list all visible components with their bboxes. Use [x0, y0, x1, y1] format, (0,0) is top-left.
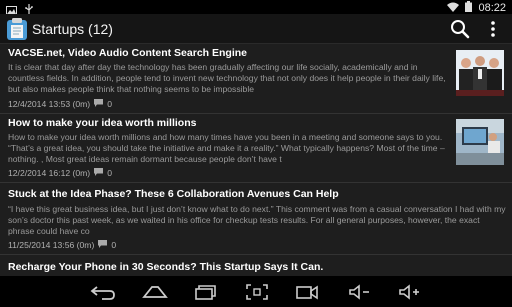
comment-icon	[94, 168, 104, 178]
article-excerpt: It is clear that day after day the techn…	[8, 62, 446, 94]
office-thumbnail	[456, 119, 504, 165]
list-item[interactable]: How to make your idea worth millions How…	[0, 114, 512, 183]
article-title: Stuck at the Idea Phase? These 6 Collabo…	[8, 188, 339, 200]
overflow-menu-icon[interactable]	[485, 19, 501, 39]
article-excerpt: “I have this great business idea, but I …	[8, 204, 506, 236]
article-title: How to make your idea worth millions	[8, 117, 197, 129]
article-list: VACSE.net, Video Audio Content Search En…	[0, 44, 512, 276]
comment-count: 0	[107, 168, 112, 178]
app-logo-icon[interactable]	[6, 17, 28, 41]
action-bar: Startups (12)	[0, 14, 512, 44]
volume-down-icon[interactable]	[344, 281, 374, 303]
screenshot-icon[interactable]	[242, 281, 272, 303]
group-photo-thumbnail	[456, 50, 504, 96]
list-item[interactable]: Recharge Your Phone in 30 Seconds? This …	[0, 255, 512, 276]
comment-count: 0	[107, 99, 112, 109]
article-date: 12/2/2014 16:12 (0m)	[8, 168, 91, 178]
article-title: Recharge Your Phone in 30 Seconds? This …	[8, 261, 324, 273]
comment-icon	[94, 99, 104, 109]
camera-icon[interactable]	[292, 281, 322, 303]
navigation-bar	[0, 276, 512, 307]
volume-up-icon[interactable]	[394, 281, 424, 303]
article-meta: 12/4/2014 13:53 (0m) 0	[8, 99, 112, 109]
clock-text: 08:22	[478, 2, 506, 14]
comment-count: 0	[111, 240, 117, 250]
recents-icon[interactable]	[190, 281, 220, 303]
battery-icon	[465, 1, 473, 15]
status-bar: 08:22	[0, 0, 512, 15]
list-item[interactable]: VACSE.net, Video Audio Content Search En…	[0, 44, 512, 114]
comment-icon	[98, 240, 108, 250]
article-date: 11/25/2014 13:56 (0m)	[8, 240, 95, 250]
wifi-icon	[447, 2, 460, 15]
article-date: 12/4/2014 13:53 (0m)	[8, 99, 91, 109]
article-meta: 12/2/2014 16:12 (0m) 0	[8, 168, 112, 178]
article-title: VACSE.net, Video Audio Content Search En…	[8, 47, 247, 59]
home-icon[interactable]	[140, 281, 170, 303]
article-meta: 11/25/2014 13:56 (0m) 0	[8, 240, 116, 250]
back-icon[interactable]	[88, 281, 118, 303]
page-title: Startups (12)	[32, 21, 113, 37]
article-excerpt: How to make your idea worth millions and…	[8, 132, 445, 164]
list-item[interactable]: Stuck at the Idea Phase? These 6 Collabo…	[0, 183, 512, 255]
search-icon[interactable]	[449, 18, 471, 40]
